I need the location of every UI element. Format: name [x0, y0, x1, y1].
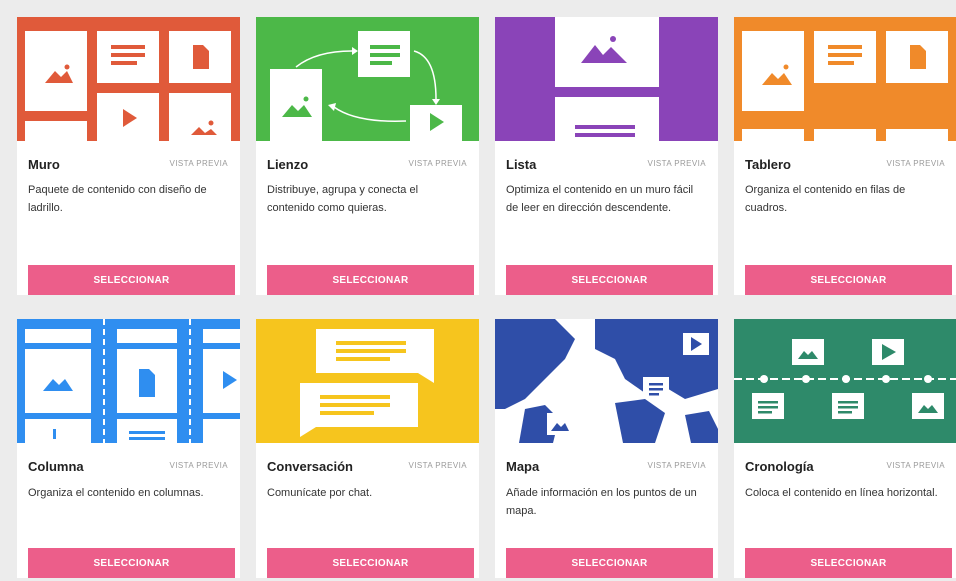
- card-description: Distribuye, agrupa y conecta el contenid…: [267, 184, 419, 214]
- list-layout-illustration: [495, 17, 718, 141]
- card-title: Muro: [28, 157, 60, 172]
- card-header: Conversación VISTA PREVIA: [256, 443, 479, 483]
- card-description: Organiza el contenido en filas de cuadro…: [745, 184, 906, 214]
- card-title: Cronología: [745, 459, 814, 474]
- preview-link[interactable]: VISTA PREVIA: [409, 461, 467, 470]
- card-header: Tablero VISTA PREVIA: [734, 141, 956, 181]
- preview-link[interactable]: VISTA PREVIA: [409, 159, 467, 168]
- layout-card-tablero[interactable]: Tablero VISTA PREVIA Organiza el conteni…: [734, 17, 956, 295]
- card-description: Coloca el contenido en línea horizontal.: [745, 487, 938, 499]
- select-button[interactable]: SELECCIONAR: [506, 265, 713, 295]
- layout-card-lista[interactable]: Lista VISTA PREVIA Optimiza el contenido…: [495, 17, 718, 295]
- card-description: Comunícate por chat.: [267, 487, 373, 499]
- card-header: Lienzo VISTA PREVIA: [256, 141, 479, 181]
- map-layout-illustration: [495, 319, 718, 443]
- layout-card-columna[interactable]: Columna VISTA PREVIA Organiza el conteni…: [17, 319, 240, 578]
- canvas-layout-illustration: [256, 17, 479, 141]
- card-header: Muro VISTA PREVIA: [17, 141, 240, 181]
- card-header: Cronología VISTA PREVIA: [734, 443, 956, 483]
- select-button[interactable]: SELECCIONAR: [506, 548, 713, 578]
- layout-card-cronologia[interactable]: Cronología VISTA PREVIA Coloca el conten…: [734, 319, 956, 578]
- layout-card-lienzo[interactable]: Lienzo VISTA PREVIA Distribuye, agrupa y…: [256, 17, 479, 295]
- chat-layout-illustration: [256, 319, 479, 443]
- preview-link[interactable]: VISTA PREVIA: [170, 159, 228, 168]
- card-title: Columna: [28, 459, 84, 474]
- card-title: Mapa: [506, 459, 540, 474]
- select-button[interactable]: SELECCIONAR: [28, 265, 235, 295]
- layout-card-mapa[interactable]: Mapa VISTA PREVIA Añade información en l…: [495, 319, 718, 578]
- card-title: Conversación: [267, 459, 353, 474]
- layout-card-conversacion[interactable]: Conversación VISTA PREVIA Comunícate por…: [256, 319, 479, 578]
- preview-link[interactable]: VISTA PREVIA: [648, 461, 706, 470]
- preview-link[interactable]: VISTA PREVIA: [648, 159, 706, 168]
- select-button[interactable]: SELECCIONAR: [745, 265, 952, 295]
- preview-link[interactable]: VISTA PREVIA: [887, 461, 945, 470]
- preview-link[interactable]: VISTA PREVIA: [170, 461, 228, 470]
- card-description: Paquete de contenido con diseño de ladri…: [28, 184, 207, 214]
- card-description: Organiza el contenido en columnas.: [28, 487, 204, 499]
- card-header: Mapa VISTA PREVIA: [495, 443, 718, 483]
- select-button[interactable]: SELECCIONAR: [267, 548, 474, 578]
- card-title: Tablero: [745, 157, 791, 172]
- card-title: Lienzo: [267, 157, 309, 172]
- preview-link[interactable]: VISTA PREVIA: [887, 159, 945, 168]
- column-layout-illustration: [17, 319, 240, 443]
- select-button[interactable]: SELECCIONAR: [267, 265, 474, 295]
- card-description: Añade información en los puntos de un ma…: [506, 487, 697, 517]
- card-header: Lista VISTA PREVIA: [495, 141, 718, 181]
- select-button[interactable]: SELECCIONAR: [28, 548, 235, 578]
- shelf-layout-illustration: [734, 17, 956, 141]
- card-title: Lista: [506, 157, 537, 172]
- layout-card-muro[interactable]: Muro VISTA PREVIA Paquete de contenido c…: [17, 17, 240, 295]
- timeline-layout-illustration: [734, 319, 956, 443]
- wall-layout-illustration: [17, 17, 240, 141]
- select-button[interactable]: SELECCIONAR: [745, 548, 952, 578]
- card-description: Optimiza el contenido en un muro fácil d…: [506, 184, 694, 214]
- card-header: Columna VISTA PREVIA: [17, 443, 240, 483]
